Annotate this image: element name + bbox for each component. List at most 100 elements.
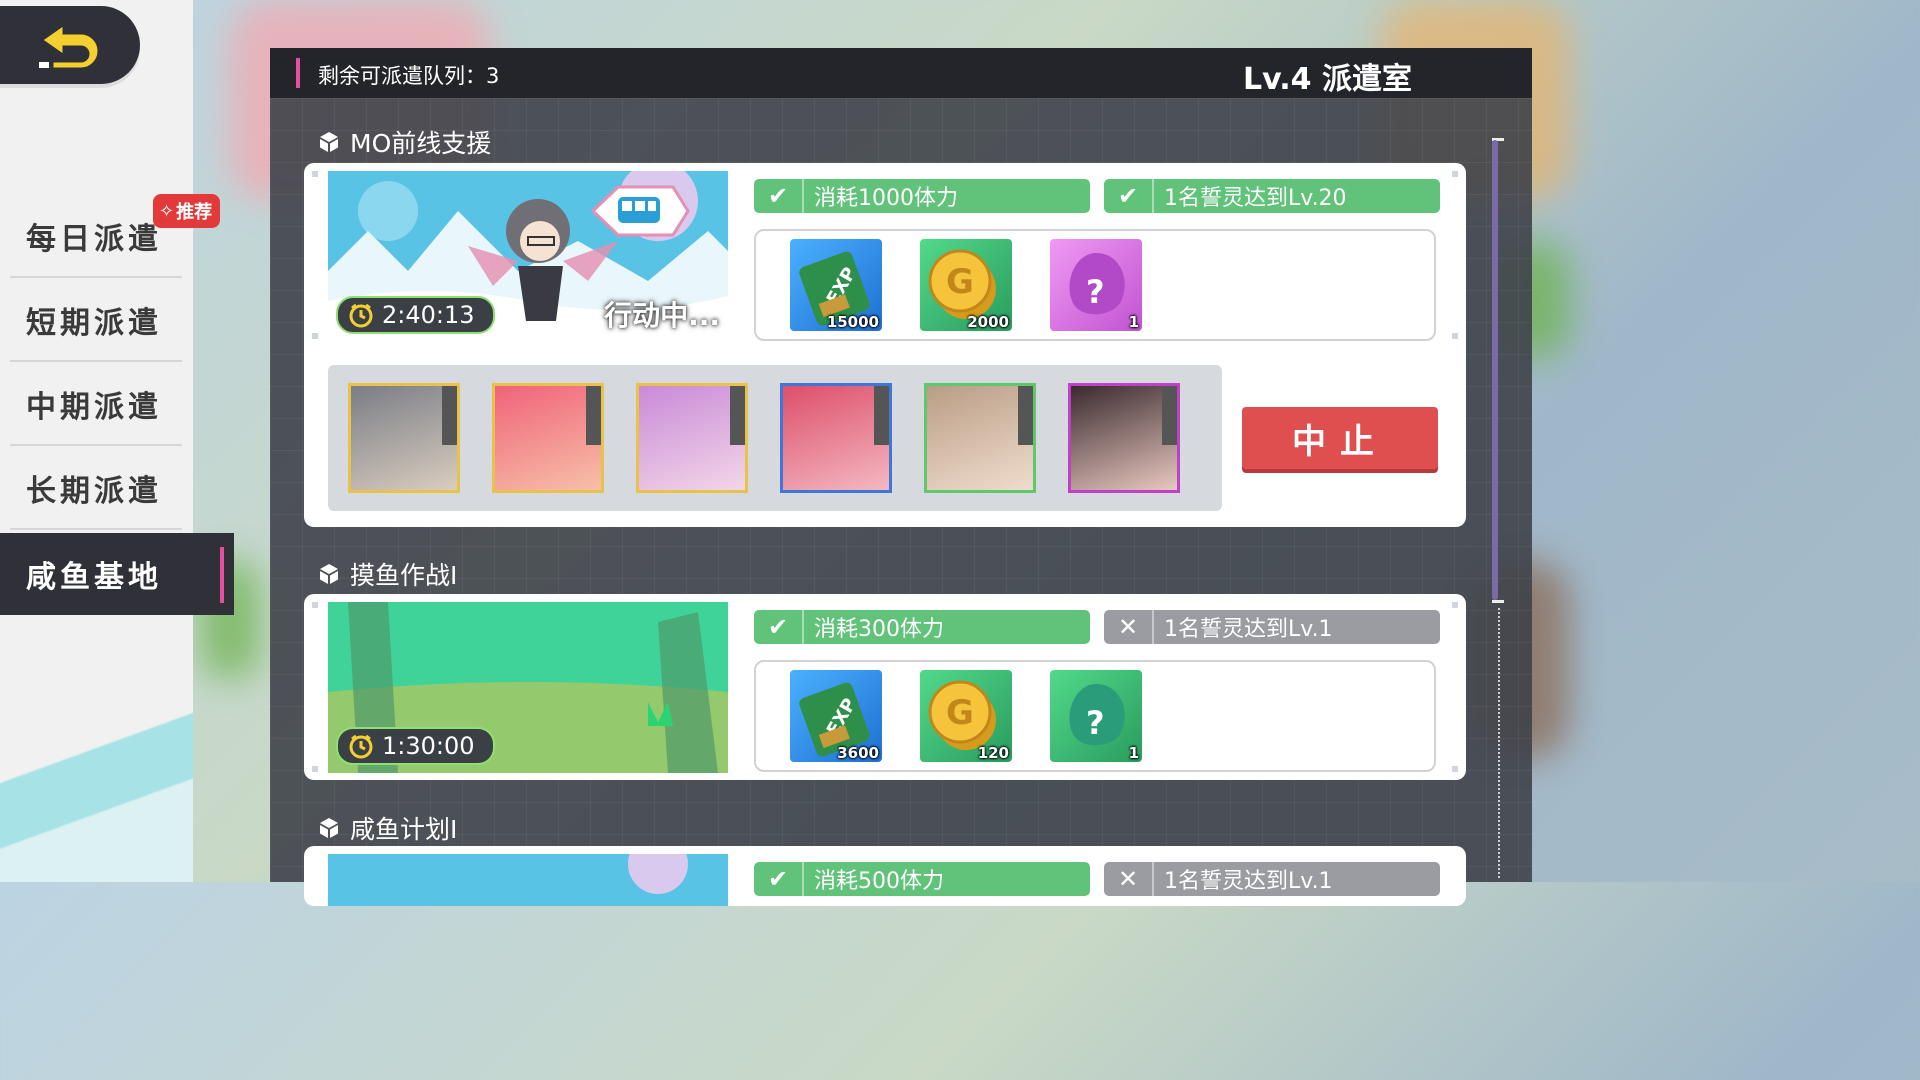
- mystery-green-icon[interactable]: ? 1: [1050, 670, 1142, 762]
- requirement-label: 1名誓灵达到Lv.20: [1164, 186, 1347, 211]
- mission-scene-image[interactable]: 2:40:13 行动中...: [328, 171, 728, 342]
- sidebar-item-label: 咸鱼基地: [26, 560, 162, 595]
- portrait-tag: [730, 386, 745, 445]
- reward-box: EXP 3600 G 120 ? 1: [754, 660, 1436, 772]
- check-icon: ✔: [1104, 179, 1154, 213]
- exp-chip-icon[interactable]: EXP 3600: [790, 670, 882, 762]
- check-icon: ✔: [754, 610, 804, 644]
- reward-quantity: 3600: [837, 744, 879, 762]
- snowy-scene: [328, 854, 728, 906]
- team-member-portrait[interactable]: [636, 383, 748, 493]
- team-member-portrait[interactable]: [780, 383, 892, 493]
- stop-button[interactable]: 中止: [1242, 407, 1438, 469]
- check-icon: ✔: [754, 179, 804, 213]
- mission-scene-image[interactable]: 1:30:00: [328, 602, 728, 773]
- fire-icon: ✧: [159, 200, 175, 222]
- cube-icon: [320, 564, 338, 584]
- reward-quantity: 2000: [967, 313, 1009, 331]
- requirement-label: 消耗300体力: [814, 617, 944, 642]
- requirement-label: 1名誓灵达到Lv.1: [1164, 617, 1333, 642]
- team-member-portrait[interactable]: [348, 383, 460, 493]
- sidebar-item-label: 中期派遣: [26, 390, 162, 425]
- portrait-tag: [586, 386, 601, 445]
- portrait-tag: [1162, 386, 1177, 445]
- mission-title: MO前线支援: [318, 124, 491, 160]
- requirement-label: 消耗1000体力: [814, 186, 958, 211]
- cube-icon: [320, 132, 338, 152]
- reward-box: EXP 15000 G 2000 ? 1: [754, 229, 1436, 341]
- reward-quantity: 1: [1128, 313, 1139, 331]
- reward-quantity: 1: [1128, 744, 1139, 762]
- portrait-tag: [1018, 386, 1033, 445]
- remaining-queue-text: 剩余可派遣队列：3: [318, 64, 500, 88]
- mission-title-label: 摸鱼作战I: [350, 561, 458, 590]
- card-corner: [1452, 602, 1458, 608]
- mission-timer: 2:40:13: [336, 296, 495, 334]
- sidebar-item-long-term[interactable]: 长期派遣: [10, 448, 182, 530]
- team-member-portrait[interactable]: [492, 383, 604, 493]
- scrollbar-track[interactable]: [1498, 608, 1500, 878]
- mission-card: ✔ 消耗500体力 ✕ 1名誓灵达到Lv.1: [304, 846, 1466, 906]
- exp-chip-icon[interactable]: EXP 15000: [790, 239, 882, 331]
- portrait-tag: [442, 386, 457, 445]
- cross-icon: ✕: [1104, 610, 1154, 644]
- timer-value: 1:30:00: [382, 732, 475, 760]
- mission-title: 摸鱼作战I: [318, 556, 457, 592]
- mission-card: 1:30:00 ✔ 消耗300体力 ✕ 1名誓灵达到Lv.1 EXP 3600 …: [304, 594, 1466, 780]
- mission-scene-image[interactable]: [328, 854, 728, 906]
- header-accent-bar: [296, 58, 300, 88]
- card-corner: [1452, 333, 1458, 339]
- recommend-badge: ✧ 推荐: [153, 194, 221, 228]
- back-button[interactable]: [0, 6, 140, 84]
- sidebar-item-short-term[interactable]: 短期派遣: [10, 280, 182, 362]
- card-corner: [312, 171, 318, 177]
- mission-status: 行动中...: [604, 299, 720, 332]
- back-arrow-icon: [39, 25, 99, 69]
- dispatch-panel: 剩余可派遣队列：3 Lv.4 派遣室 MO前线支援 2:40:13 行动中...…: [270, 48, 1532, 906]
- check-icon: ✔: [754, 862, 804, 896]
- svg-text:G: G: [946, 693, 974, 733]
- svg-text:?: ?: [1086, 704, 1105, 742]
- team-roster: [328, 365, 1222, 511]
- gold-coin-icon[interactable]: G 120: [920, 670, 1012, 762]
- clock-icon: [349, 303, 373, 328]
- mystery-purple-icon[interactable]: ? 1: [1050, 239, 1142, 331]
- requirement-label: 消耗500体力: [814, 869, 944, 894]
- card-corner: [1452, 171, 1458, 177]
- team-member-portrait[interactable]: [1068, 383, 1180, 493]
- requirement-level: ✕ 1名誓灵达到Lv.1: [1104, 862, 1440, 896]
- sidebar: 每日派遣 短期派遣 中期派遣 长期派遣 咸鱼基地: [0, 0, 234, 882]
- sidebar-item-label: 长期派遣: [26, 474, 162, 509]
- svg-text:?: ?: [1086, 273, 1105, 311]
- gold-coin-icon[interactable]: G 2000: [920, 239, 1012, 331]
- requirement-stamina: ✔ 消耗500体力: [754, 862, 1090, 896]
- active-indicator: [220, 547, 224, 603]
- card-corner: [1452, 766, 1458, 772]
- cross-icon: ✕: [1104, 862, 1154, 896]
- clock-icon: [349, 734, 373, 759]
- card-corner: [312, 766, 318, 772]
- sidebar-item-label: 短期派遣: [26, 306, 162, 341]
- mission-timer: 1:30:00: [336, 727, 495, 765]
- requirement-label: 1名誓灵达到Lv.1: [1164, 869, 1333, 894]
- mission-card: 2:40:13 行动中... ✔ 消耗1000体力 ✔ 1名誓灵达到Lv.20 …: [304, 163, 1466, 527]
- sidebar-decoration: [0, 690, 193, 882]
- requirement-stamina: ✔ 消耗1000体力: [754, 179, 1090, 213]
- reward-quantity: 15000: [826, 313, 879, 331]
- card-corner: [312, 333, 318, 339]
- requirement-level: ✔ 1名誓灵达到Lv.20: [1104, 179, 1440, 213]
- mission-title: 咸鱼计划I: [318, 810, 457, 846]
- mission-title-label: 咸鱼计划I: [350, 815, 458, 844]
- cube-icon: [320, 818, 338, 838]
- portrait-tag: [874, 386, 889, 445]
- scrollbar-thumb[interactable]: [1492, 140, 1498, 600]
- mission-title-label: MO前线支援: [350, 129, 492, 158]
- room-title: Lv.4 派遣室: [1243, 62, 1412, 97]
- panel-header: 剩余可派遣队列：3 Lv.4 派遣室: [270, 48, 1532, 98]
- scrollbar-cap: [1492, 600, 1504, 603]
- sidebar-item-label: 每日派遣: [26, 222, 162, 257]
- reward-quantity: 120: [977, 744, 1009, 762]
- team-member-portrait[interactable]: [924, 383, 1036, 493]
- sidebar-item-salted-fish-base[interactable]: 咸鱼基地: [0, 533, 234, 615]
- sidebar-item-mid-term[interactable]: 中期派遣: [10, 364, 182, 446]
